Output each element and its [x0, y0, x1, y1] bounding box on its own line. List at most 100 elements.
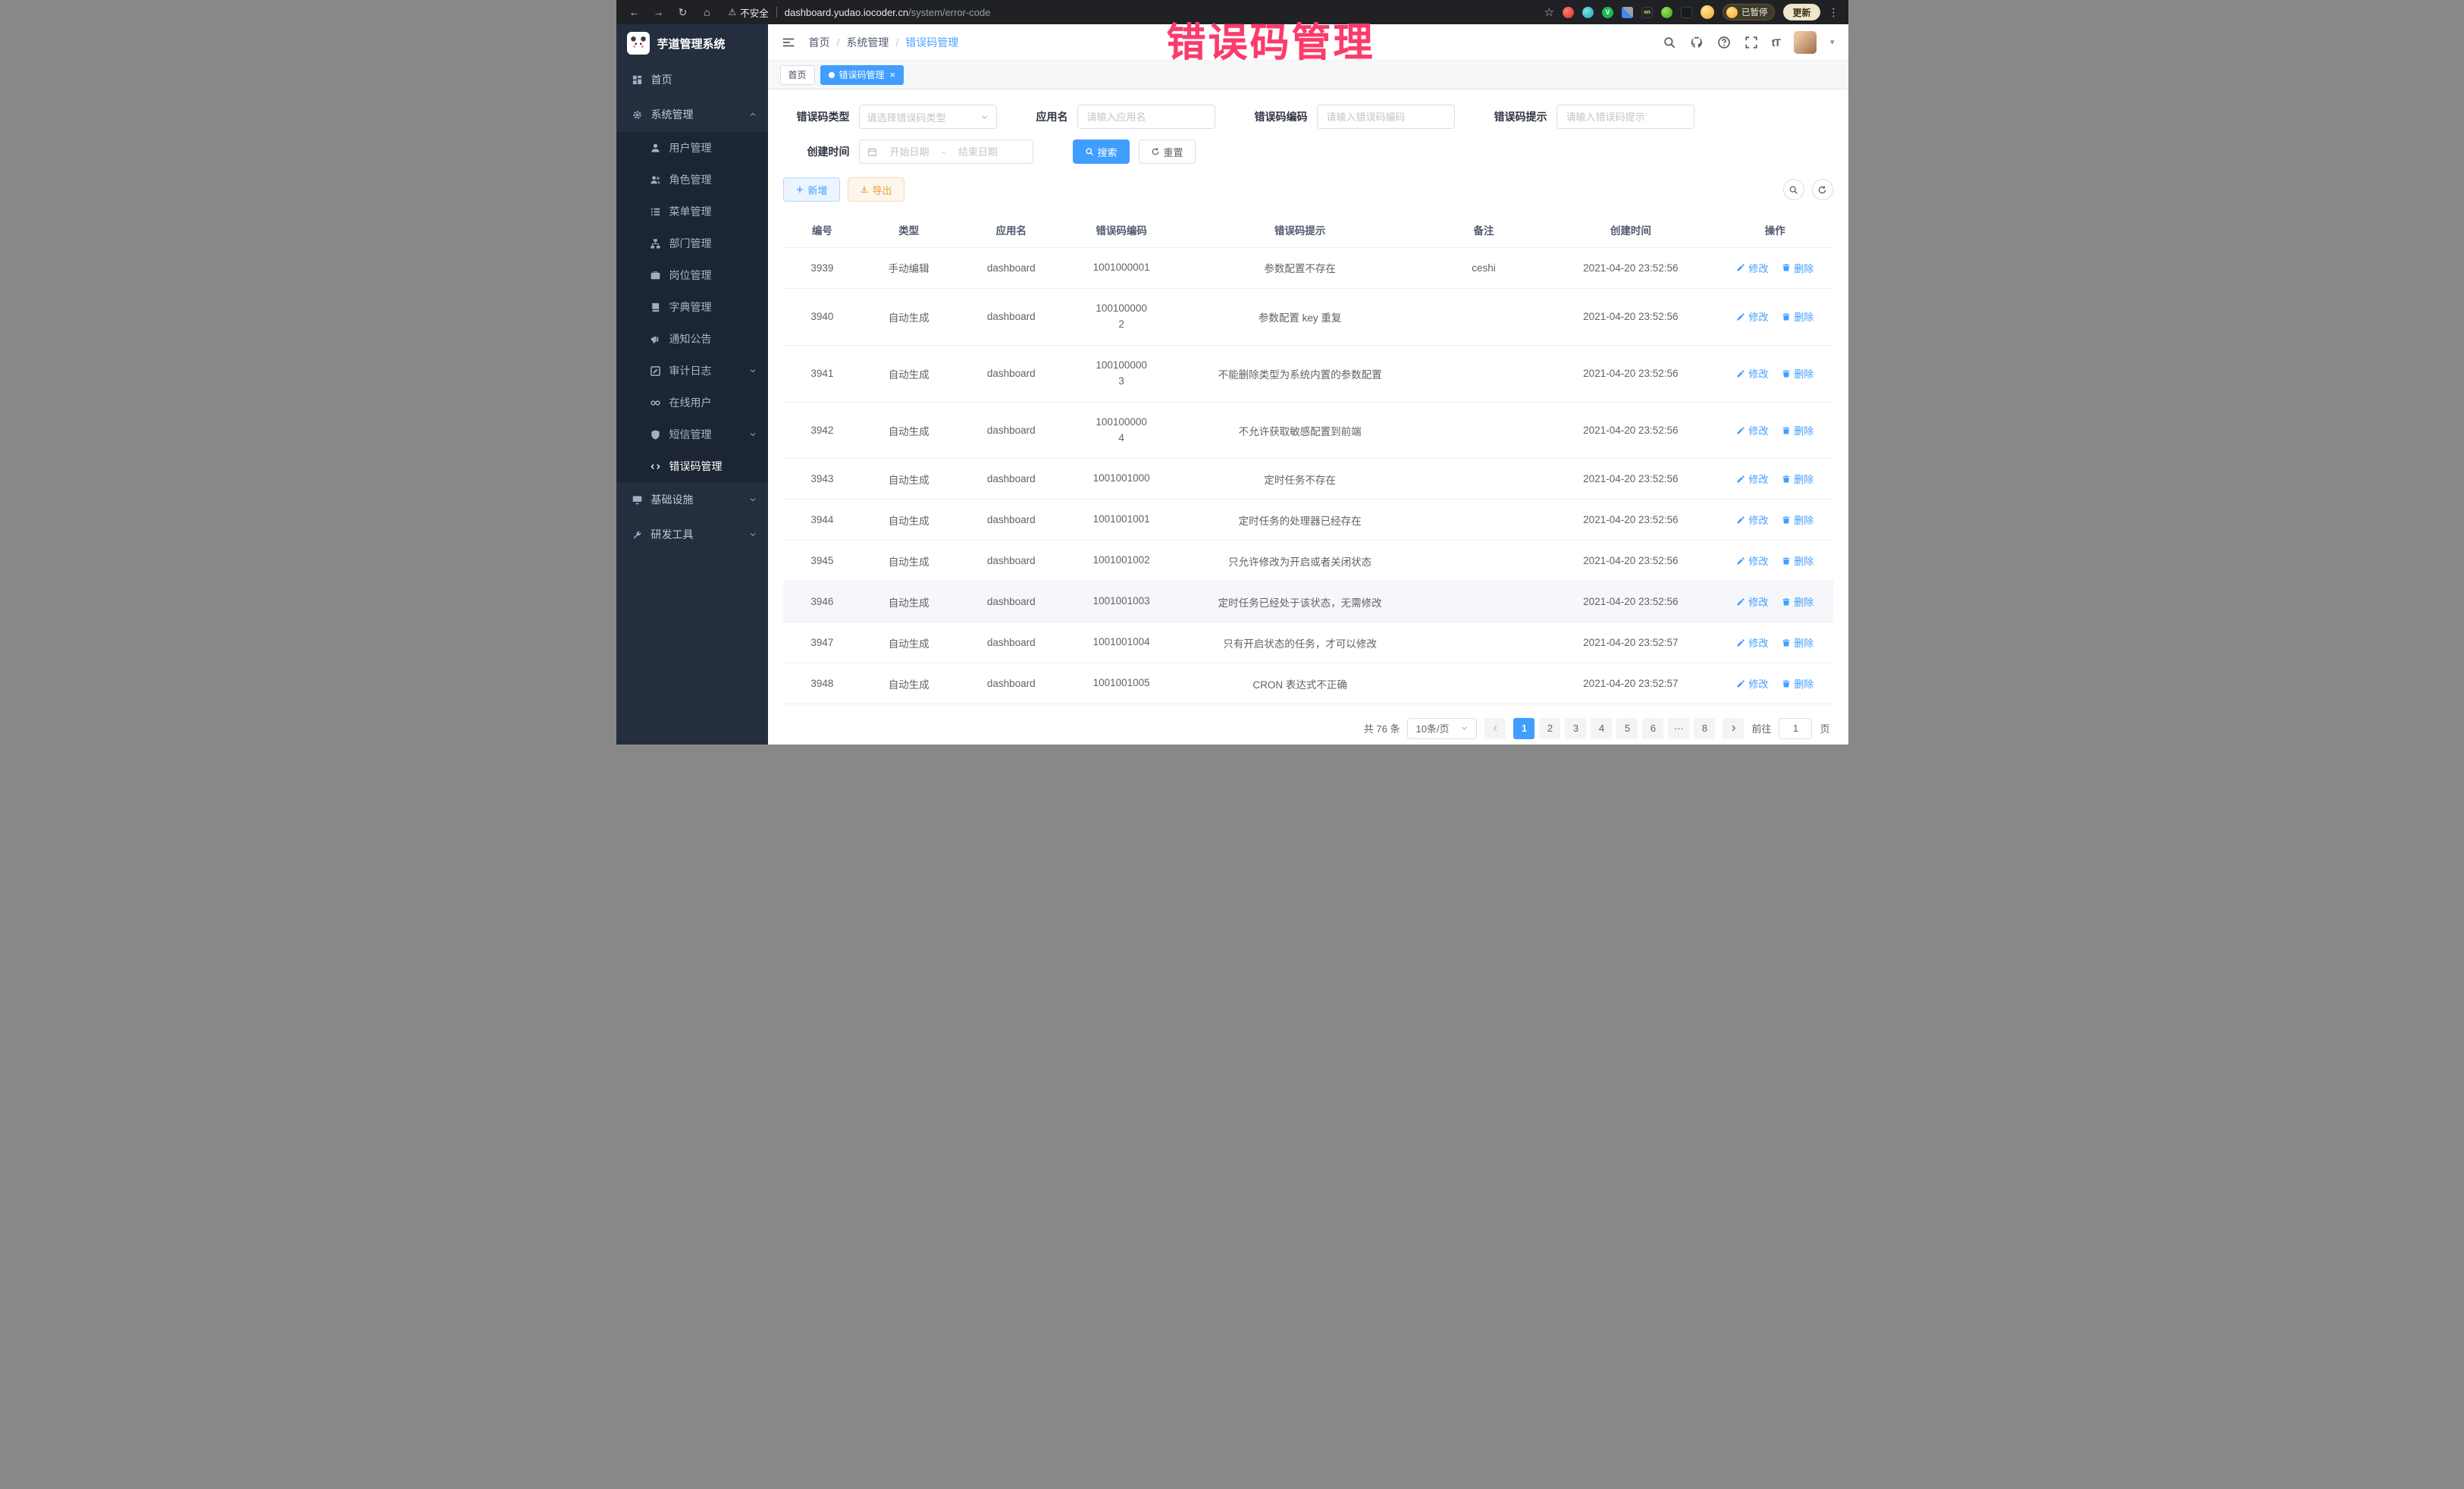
export-button[interactable]: 导出 — [848, 177, 904, 202]
error-type-select[interactable]: 请选择错误码类型 — [859, 105, 997, 129]
cell-app: dashboard — [956, 541, 1066, 581]
delete-link[interactable]: 删除 — [1782, 261, 1814, 275]
sidebar-item-departments[interactable]: 部门管理 — [616, 227, 768, 259]
delete-link[interactable]: 删除 — [1782, 676, 1814, 691]
fullscreen-icon[interactable] — [1745, 36, 1758, 49]
page-button[interactable]: 4 — [1591, 718, 1612, 739]
delete-link[interactable]: 删除 — [1782, 553, 1814, 568]
error-code-input[interactable] — [1325, 111, 1447, 124]
toggle-search-button[interactable] — [1783, 179, 1804, 200]
sidebar-item-menus[interactable]: 菜单管理 — [616, 196, 768, 227]
edit-link[interactable]: 修改 — [1736, 594, 1768, 609]
sidebar-item-roles[interactable]: 角色管理 — [616, 164, 768, 196]
edit-link[interactable]: 修改 — [1736, 635, 1768, 650]
page-button[interactable]: 2 — [1539, 718, 1560, 739]
refresh-icon — [1151, 147, 1160, 156]
delete-link[interactable]: 删除 — [1782, 594, 1814, 609]
cell-id: 3940 — [783, 288, 862, 345]
next-page-button[interactable] — [1723, 718, 1744, 739]
cell-id: 3948 — [783, 663, 862, 704]
help-icon[interactable] — [1717, 36, 1731, 49]
paused-chip[interactable]: 已暂停 — [1723, 4, 1776, 20]
delete-link[interactable]: 删除 — [1782, 635, 1814, 650]
page-button[interactable]: 5 — [1616, 718, 1638, 739]
edit-link[interactable]: 修改 — [1736, 472, 1768, 486]
grid-extension-icon[interactable] — [1622, 7, 1633, 18]
close-icon[interactable]: × — [890, 70, 896, 80]
breadcrumb-system[interactable]: 系统管理 — [846, 35, 889, 50]
update-button[interactable]: 更新 — [1783, 4, 1820, 20]
cell-hint: CRON 表达式不正确 — [1177, 663, 1423, 704]
goto-page-input[interactable] — [1782, 722, 1808, 735]
error-hint-input[interactable] — [1565, 111, 1686, 124]
address-bar[interactable]: ⚠ 不安全 dashboard.yudao.iocoder.cn/system/… — [729, 5, 991, 20]
date-range-picker[interactable]: - — [859, 139, 1033, 164]
hamburger-icon[interactable] — [782, 36, 795, 49]
edit-link[interactable]: 修改 — [1736, 676, 1768, 691]
edit-link[interactable]: 修改 — [1736, 423, 1768, 437]
flask-extension-icon[interactable] — [1681, 7, 1692, 18]
sidebar-item-error-code[interactable]: 错误码管理 — [616, 450, 768, 482]
bookmark-star-icon[interactable]: ☆ — [1544, 5, 1554, 19]
filter-create-time: 创建时间 - — [783, 139, 1033, 164]
menu-dots-icon[interactable]: ⋮ — [1829, 6, 1839, 19]
tab-error-code[interactable]: 错误码管理 × — [820, 65, 904, 85]
cell-id: 3941 — [783, 345, 862, 402]
forward-icon[interactable]: → — [650, 6, 668, 18]
edit-link[interactable]: 修改 — [1736, 309, 1768, 324]
page-button[interactable]: ··· — [1668, 718, 1689, 739]
breadcrumb-home[interactable]: 首页 — [809, 35, 830, 50]
page-size-select[interactable]: 10条/页 — [1407, 718, 1477, 739]
delete-link[interactable]: 删除 — [1782, 472, 1814, 486]
end-date-input[interactable] — [951, 146, 1005, 158]
sidebar-item-audit-log[interactable]: 审计日志 — [616, 355, 768, 387]
caret-down-icon[interactable]: ▾ — [1830, 37, 1835, 47]
app-name-input[interactable] — [1086, 111, 1207, 124]
drop-extension-icon[interactable] — [1582, 7, 1594, 18]
sidebar-item-system[interactable]: 系统管理 — [616, 97, 768, 132]
start-date-input[interactable] — [882, 146, 937, 158]
sidebar-item-home[interactable]: 首页 — [616, 62, 768, 97]
page-button[interactable]: 3 — [1565, 718, 1586, 739]
font-size-icon[interactable]: tT — [1772, 36, 1780, 49]
sidebar-item-dev-tools[interactable]: 研发工具 — [616, 517, 768, 552]
leaf-extension-icon[interactable] — [1661, 7, 1672, 18]
back-icon[interactable]: ← — [625, 6, 644, 18]
sidebar-item-infrastructure[interactable]: 基础设施 — [616, 482, 768, 517]
user-avatar[interactable] — [1794, 31, 1817, 54]
search-button[interactable]: 搜索 — [1073, 139, 1130, 164]
reset-button[interactable]: 重置 — [1139, 139, 1196, 164]
add-button[interactable]: 新增 — [783, 177, 840, 202]
record-extension-icon[interactable] — [1563, 7, 1574, 18]
delete-link[interactable]: 删除 — [1782, 366, 1814, 381]
refresh-button[interactable] — [1812, 179, 1833, 200]
edit-link[interactable]: 修改 — [1736, 261, 1768, 275]
page-button[interactable]: 1 — [1513, 718, 1535, 739]
sidebar-item-positions[interactable]: 岗位管理 — [616, 259, 768, 291]
home-icon[interactable]: ⌂ — [698, 6, 716, 18]
delete-link[interactable]: 删除 — [1782, 309, 1814, 324]
page-button[interactable]: 8 — [1694, 718, 1715, 739]
sidebar-item-dictionary[interactable]: 字典管理 — [616, 291, 768, 323]
profile-avatar[interactable] — [1701, 5, 1714, 19]
page-button[interactable]: 6 — [1642, 718, 1663, 739]
sidebar-item-users[interactable]: 用户管理 — [616, 132, 768, 164]
reload-icon[interactable]: ↻ — [674, 6, 692, 19]
edit-link[interactable]: 修改 — [1736, 553, 1768, 568]
sidebar-item-sms[interactable]: 短信管理 — [616, 418, 768, 450]
github-icon[interactable] — [1690, 36, 1704, 49]
delete-link[interactable]: 删除 — [1782, 513, 1814, 527]
edit-link[interactable]: 修改 — [1736, 513, 1768, 527]
url-host: dashboard.yudao.iocoder.cn — [785, 7, 908, 18]
cell-remark — [1423, 622, 1544, 663]
prev-page-button[interactable] — [1484, 718, 1506, 739]
sidebar-item-notices[interactable]: 通知公告 — [616, 323, 768, 355]
delete-link[interactable]: 删除 — [1782, 423, 1814, 437]
check-extension-icon[interactable]: V — [1602, 7, 1613, 18]
sidebar-item-online-users[interactable]: 在线用户 — [616, 387, 768, 418]
tab-home[interactable]: 首页 — [780, 65, 815, 85]
table-row: 3948 自动生成 dashboard 1001001005 CRON 表达式不… — [783, 663, 1833, 704]
edit-link[interactable]: 修改 — [1736, 366, 1768, 381]
search-icon[interactable] — [1663, 36, 1676, 49]
vpn-extension-icon[interactable]: on — [1641, 7, 1653, 18]
